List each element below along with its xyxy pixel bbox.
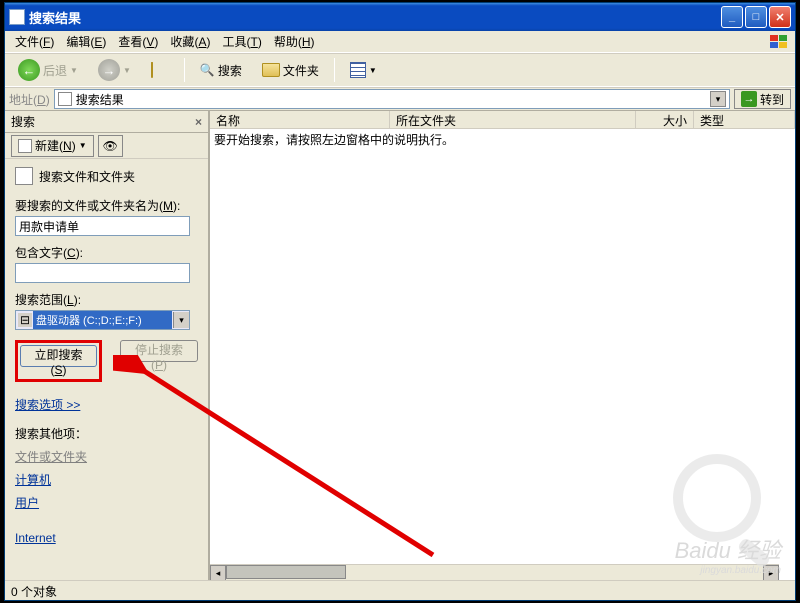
search-button[interactable]: 🔍 搜索 xyxy=(193,59,249,82)
eye-icon: 👁 xyxy=(103,139,118,153)
other-files-link[interactable]: 文件或文件夹 xyxy=(15,448,87,465)
go-button[interactable]: → 转到 xyxy=(734,89,791,109)
chevron-down-icon: ▼ xyxy=(369,66,377,75)
window: 搜索结果 _ □ ✕ 文件(F) 编辑(E) 查看(V) 收藏(A) 工具(T)… xyxy=(4,2,796,601)
horizontal-scrollbar[interactable]: ◂ ▸ xyxy=(210,564,779,580)
other-internet-link[interactable]: Internet xyxy=(15,531,56,545)
address-label: 地址(D) xyxy=(9,91,50,108)
col-folder[interactable]: 所在文件夹 xyxy=(390,111,636,128)
menubar: 文件(F) 编辑(E) 查看(V) 收藏(A) 工具(T) 帮助(H) xyxy=(5,31,795,53)
addressbar: 地址(D) 搜索结果 ▾ → 转到 xyxy=(5,87,795,111)
menu-tools[interactable]: 工具(T) xyxy=(216,31,267,52)
magnifier-icon: 🔍 xyxy=(200,63,215,77)
col-size[interactable]: 大小 xyxy=(636,111,694,128)
views-icon xyxy=(350,62,366,78)
statusbar: 0 个对象 xyxy=(5,580,795,600)
forward-arrow-icon: → xyxy=(98,59,120,81)
col-name[interactable]: 名称 xyxy=(210,111,390,128)
titlebar[interactable]: 搜索结果 _ □ ✕ xyxy=(5,3,795,31)
drive-icon: ⊟ xyxy=(18,313,32,327)
page-icon xyxy=(58,92,72,106)
back-arrow-icon: ← xyxy=(18,59,40,81)
column-headers: 名称 所在文件夹 大小 类型 xyxy=(210,111,795,129)
views-button[interactable]: ▼ xyxy=(343,59,384,81)
close-button[interactable]: ✕ xyxy=(769,6,791,28)
highlight-annotation: 立即搜索(S) xyxy=(15,340,102,382)
address-input[interactable]: 搜索结果 ▾ xyxy=(54,89,730,109)
filename-label: 要搜索的文件或文件夹名为(M): xyxy=(15,197,198,214)
status-objects: 0 个对象 xyxy=(11,585,57,599)
results-pane: 名称 所在文件夹 大小 类型 要开始搜索，请按照左边窗格中的说明执行。 ◂ ▸ xyxy=(210,111,795,580)
other-user-link[interactable]: 用户 xyxy=(15,494,39,511)
address-value: 搜索结果 xyxy=(76,91,124,108)
address-dropdown-icon[interactable]: ▾ xyxy=(710,91,726,107)
chevron-down-icon: ▼ xyxy=(79,141,87,150)
folder-up-icon xyxy=(151,61,169,79)
scope-label: 搜索范围(L): xyxy=(15,291,198,308)
menu-favorites[interactable]: 收藏(A) xyxy=(164,31,216,52)
scroll-thumb[interactable] xyxy=(226,565,346,579)
window-title: 搜索结果 xyxy=(29,8,721,27)
empty-message: 要开始搜索，请按照左边窗格中的说明执行。 xyxy=(210,129,795,150)
folders-icon xyxy=(262,63,280,77)
filename-input[interactable] xyxy=(15,216,190,236)
scroll-right-icon[interactable]: ▸ xyxy=(763,565,779,580)
other-computer-link[interactable]: 计算机 xyxy=(15,471,51,488)
menu-view[interactable]: 查看(V) xyxy=(112,31,164,52)
maximize-button[interactable]: □ xyxy=(745,6,767,28)
search-section-icon xyxy=(15,167,33,185)
search-options-link[interactable]: 搜索选项 >> xyxy=(15,396,80,413)
app-icon xyxy=(9,9,25,25)
forward-button[interactable]: → ▼ xyxy=(91,56,138,84)
menu-help[interactable]: 帮助(H) xyxy=(268,31,321,52)
minimize-button[interactable]: _ xyxy=(721,6,743,28)
stop-search-button: 停止搜索(P) xyxy=(120,340,198,362)
toolbar: ← 后退 ▼ → ▼ 🔍 搜索 文件夹 ▼ xyxy=(5,53,795,87)
folders-button[interactable]: 文件夹 xyxy=(255,59,326,82)
chevron-down-icon: ▼ xyxy=(70,66,78,75)
contains-input[interactable] xyxy=(15,263,190,283)
col-type[interactable]: 类型 xyxy=(694,111,795,128)
menu-file[interactable]: 文件(F) xyxy=(9,31,60,52)
contains-label: 包含文字(C): xyxy=(15,244,198,261)
search-now-button[interactable]: 立即搜索(S) xyxy=(20,345,97,367)
search-section-title: 搜索文件和文件夹 xyxy=(39,168,135,185)
sidebar-toolbar: 新建(N) ▼ 👁 xyxy=(5,133,208,159)
sidebar-title: 搜索 xyxy=(11,113,35,130)
search-sidebar: 搜索 × 新建(N) ▼ 👁 搜索文件和文件夹 要搜索的文件或文件夹名为(M xyxy=(5,111,210,580)
sidebar-header: 搜索 × xyxy=(5,111,208,133)
customize-button[interactable]: 👁 xyxy=(98,135,123,157)
chevron-down-icon: ▼ xyxy=(123,66,131,75)
scope-value: 盘驱动器 (C:;D:;E:;F:) xyxy=(33,311,172,329)
go-arrow-icon: → xyxy=(741,91,757,107)
up-button[interactable] xyxy=(144,58,176,82)
sidebar-close-icon[interactable]: × xyxy=(195,115,202,129)
scope-dropdown-icon[interactable]: ▾ xyxy=(173,312,189,328)
new-search-button[interactable]: 新建(N) ▼ xyxy=(11,135,94,157)
scope-select[interactable]: ⊟ 盘驱动器 (C:;D:;E:;F:) ▾ xyxy=(15,310,190,330)
windows-flag-icon xyxy=(767,33,791,51)
back-button[interactable]: ← 后退 ▼ xyxy=(11,56,85,84)
new-icon xyxy=(18,139,32,153)
other-heading: 搜索其他项： xyxy=(15,425,198,442)
scroll-left-icon[interactable]: ◂ xyxy=(210,565,226,580)
menu-edit[interactable]: 编辑(E) xyxy=(60,31,112,52)
